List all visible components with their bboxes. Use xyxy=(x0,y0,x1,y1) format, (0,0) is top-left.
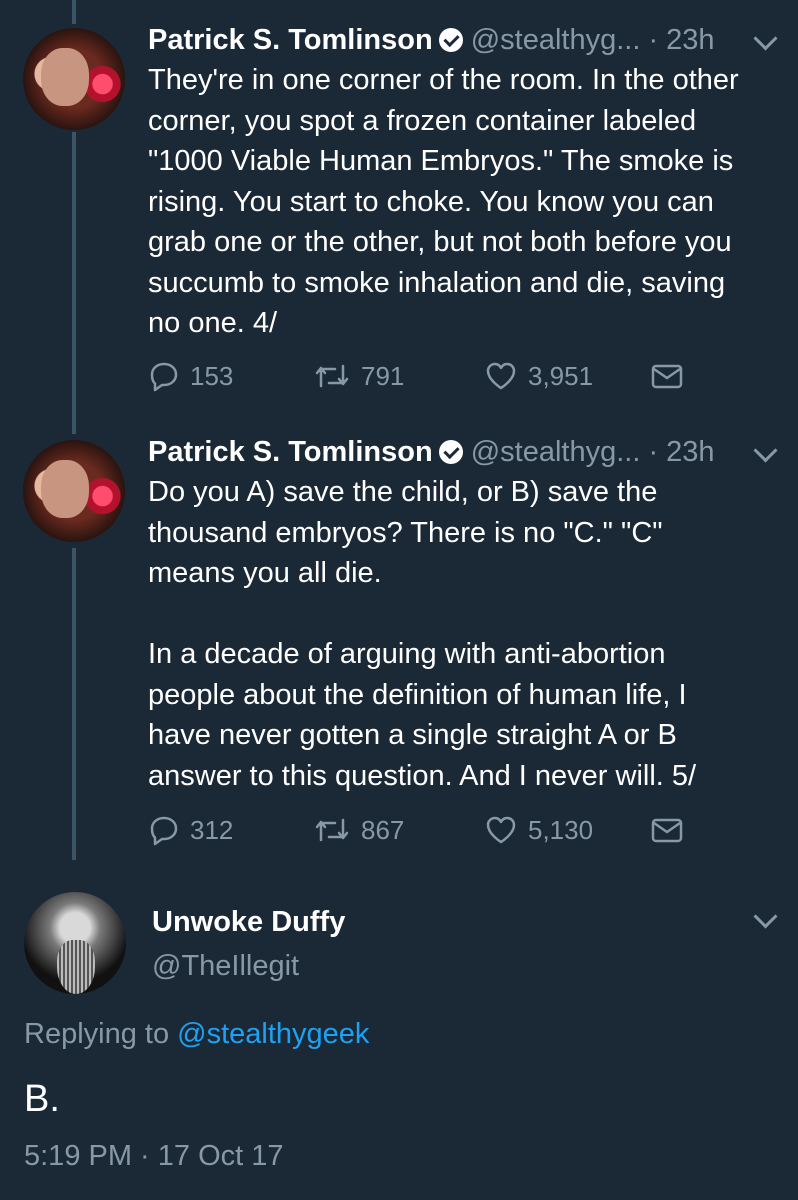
direct-message-button[interactable] xyxy=(650,810,694,850)
reply-button[interactable]: 312 xyxy=(148,810,233,850)
chevron-down-icon[interactable] xyxy=(753,904,778,929)
handle-and-time[interactable]: @stealthyg... · 23h xyxy=(471,436,715,468)
tweet-actions: 153 791 3,951 xyxy=(148,356,708,396)
retweet-button[interactable]: 791 xyxy=(313,356,404,396)
mention-link[interactable]: @stealthygeek xyxy=(177,1018,369,1050)
handle-and-time[interactable]: @stealthyg... · 23h xyxy=(471,24,715,56)
tweet-header: Patrick S. Tomlinson @stealthyg... · 23h xyxy=(148,432,715,472)
direct-message-icon xyxy=(651,364,683,389)
reply-icon xyxy=(150,816,178,846)
tweet-header: Patrick S. Tomlinson @stealthyg... · 23h xyxy=(148,20,715,60)
chevron-down-icon[interactable] xyxy=(753,438,778,463)
verified-badge-icon xyxy=(438,440,463,464)
like-button[interactable]: 3,951 xyxy=(484,356,593,396)
tweet-text: They're in one corner of the room. In th… xyxy=(148,64,739,339)
retweet-icon xyxy=(315,818,349,842)
tweet[interactable]: Patrick S. Tomlinson @stealthyg... · 23h … xyxy=(0,432,798,852)
avatar[interactable] xyxy=(23,28,125,130)
avatar[interactable] xyxy=(23,440,125,542)
display-name[interactable]: Patrick S. Tomlinson xyxy=(148,24,433,56)
display-name[interactable]: Patrick S. Tomlinson xyxy=(148,436,433,468)
replying-to: Replying to @stealthygeek xyxy=(24,1018,370,1050)
like-icon xyxy=(486,362,516,390)
tweet-text: Do you A) save the child, or B) save the… xyxy=(148,476,697,792)
retweet-button[interactable]: 867 xyxy=(313,810,404,850)
avatar[interactable] xyxy=(24,892,126,994)
tweet[interactable]: Patrick S. Tomlinson @stealthyg... · 23h … xyxy=(0,20,798,400)
timestamp[interactable]: 5:19 PM · 17 Oct 17 xyxy=(24,1140,284,1173)
chevron-down-icon[interactable] xyxy=(753,26,778,51)
reply-icon xyxy=(150,362,178,392)
reply-handle[interactable]: @TheIllegit xyxy=(152,950,299,983)
direct-message-icon xyxy=(651,818,683,843)
verified-badge-icon xyxy=(438,28,463,52)
retweet-icon xyxy=(315,364,349,388)
like-button[interactable]: 5,130 xyxy=(484,810,593,850)
reply-display-name[interactable]: Unwoke Duffy xyxy=(152,906,345,939)
like-icon xyxy=(486,816,516,844)
tweet-actions: 312 867 5,130 xyxy=(148,810,708,850)
reply-text: B. xyxy=(24,1078,60,1120)
direct-message-button[interactable] xyxy=(650,356,694,396)
reply-button[interactable]: 153 xyxy=(148,356,233,396)
